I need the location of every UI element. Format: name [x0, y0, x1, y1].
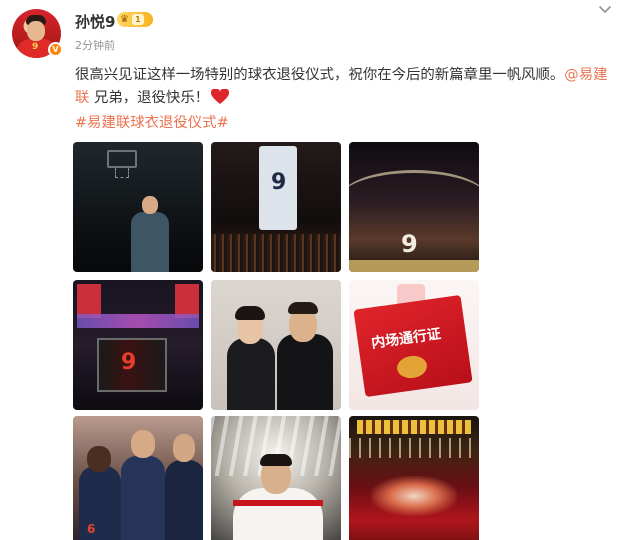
post-text: 很高兴见证这样一场特别的球衣退役仪式，祝你在今后的新篇章里一帆风顺。@易建联 兄… — [75, 64, 615, 110]
photo-jumbotron[interactable]: 9 — [73, 280, 203, 410]
post-text-part2: 兄弟，退役快乐！ — [89, 90, 210, 106]
vip-level-number: 1 — [131, 14, 144, 25]
photo-players-huddle[interactable]: 6 — [73, 416, 203, 540]
post-text-part1: 很高兴见证这样一场特别的球衣退役仪式，祝你在今后的新篇章里一帆风顺。 — [75, 67, 565, 83]
stage-number: 9 — [401, 230, 418, 258]
photo-arena-stage[interactable]: 9 — [349, 142, 479, 272]
jersey-number: 9 — [271, 170, 287, 195]
photo-player-celebrating[interactable] — [211, 416, 341, 540]
chevron-down-icon[interactable] — [597, 3, 613, 17]
photo-arena-crowd[interactable] — [349, 416, 479, 540]
vip-level-badge[interactable]: ♛ 1 — [117, 12, 153, 27]
jumbotron-number: 9 — [121, 350, 137, 375]
photo-pass-card[interactable]: 内场通行证 — [349, 280, 479, 410]
image-grid: 9 9 9 内场通行证 6 — [73, 142, 479, 540]
photo-jersey-hanging[interactable]: 9 — [211, 142, 341, 272]
post-timestamp[interactable]: 2分钟前 — [75, 37, 115, 53]
crown-icon: ♛ — [120, 13, 129, 25]
player-number: 6 — [87, 522, 96, 536]
author-name[interactable]: 孙悦9 — [75, 11, 115, 32]
heart-icon — [211, 89, 230, 104]
photo-two-men[interactable] — [211, 280, 341, 410]
photo-stage-speech[interactable] — [73, 142, 203, 272]
verified-badge-icon: V — [48, 42, 63, 57]
hashtag-link[interactable]: #易建联球衣退役仪式# — [75, 111, 229, 132]
